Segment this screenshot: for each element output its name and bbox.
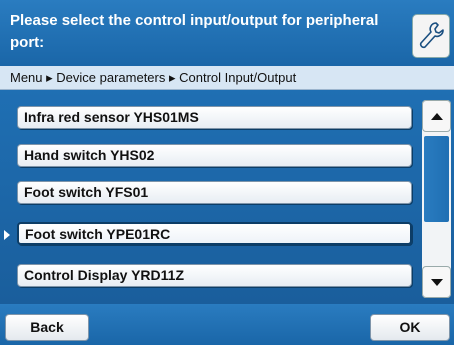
- settings-tool-button[interactable]: [412, 14, 450, 58]
- arrow-up-icon: [431, 113, 443, 120]
- list-item-foot-switch-ype01rc[interactable]: Foot switch YPE01RC: [17, 222, 412, 245]
- scrollbar-thumb[interactable]: [424, 136, 449, 222]
- header-bar: Please select the control input/output f…: [0, 0, 454, 66]
- scroll-up-button[interactable]: [422, 100, 451, 132]
- back-button[interactable]: Back: [5, 314, 89, 341]
- footer-bar: Back OK: [0, 304, 454, 345]
- arrow-down-icon: [431, 279, 443, 286]
- list-item-infra-red-sensor[interactable]: Infra red sensor YHS01MS: [17, 106, 412, 129]
- page-title: Please select the control input/output f…: [10, 12, 379, 51]
- wrench-icon: [419, 22, 444, 49]
- list-item-foot-switch-yfs01[interactable]: Foot switch YFS01: [17, 181, 412, 204]
- list-item-control-display[interactable]: Control Display YRD11Z: [17, 264, 412, 287]
- selection-marker-icon: [4, 230, 10, 240]
- scroll-down-button[interactable]: [422, 266, 451, 298]
- list-item-hand-switch[interactable]: Hand switch YHS02: [17, 144, 412, 167]
- ok-button[interactable]: OK: [370, 314, 450, 341]
- breadcrumb: Menu ▸ Device parameters ▸ Control Input…: [0, 66, 454, 90]
